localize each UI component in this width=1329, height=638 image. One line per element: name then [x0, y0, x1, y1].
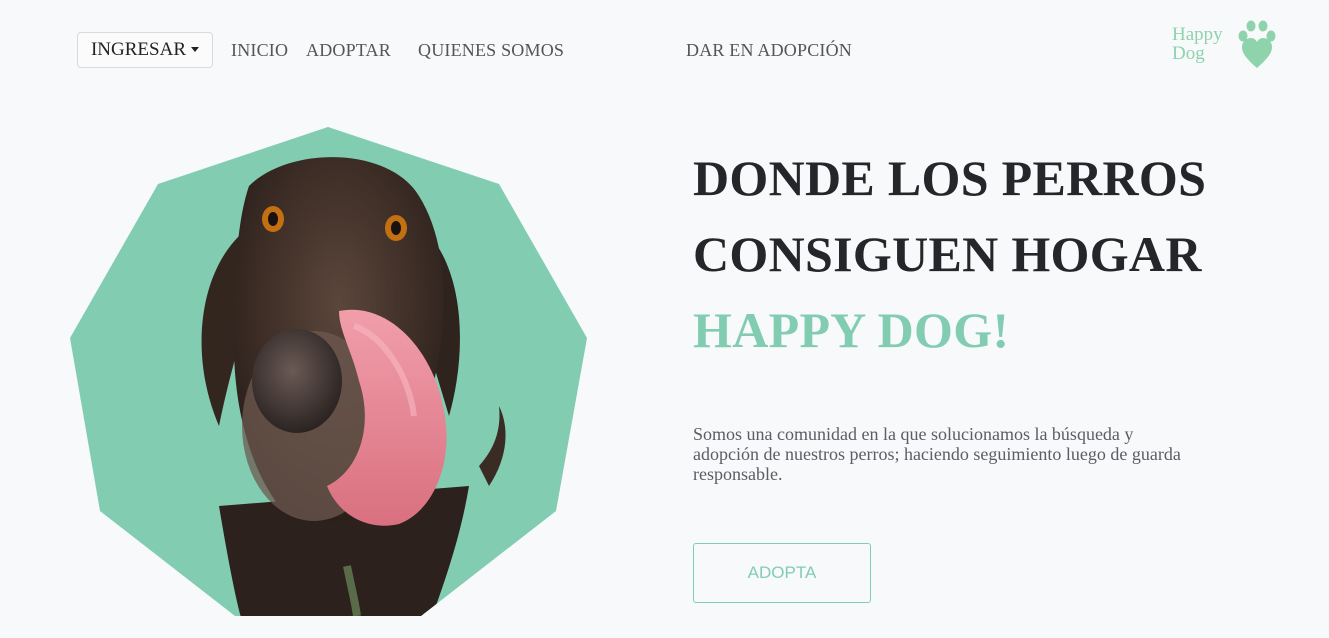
- adopt-button[interactable]: ADOPTA: [693, 543, 871, 603]
- hero-title: DONDE LOS PERROS CONSIGUEN HOGAR HAPPY D…: [693, 140, 1206, 368]
- hero-dog-image: [70, 127, 587, 616]
- hero-description: Somos una comunidad en la que solucionam…: [693, 424, 1181, 484]
- login-label: INGRESAR: [90, 39, 186, 60]
- paw-heart-icon: [1238, 20, 1276, 68]
- nav-link-dar-en-adopcion[interactable]: DAR EN ADOPCIÓN: [686, 40, 852, 61]
- nav-link-quienes-somos[interactable]: QUIENES SOMOS: [418, 40, 564, 61]
- logo-text: Happy Dog: [1172, 25, 1223, 63]
- logo-text-line1: Happy: [1172, 24, 1223, 45]
- brand-logo[interactable]: Happy Dog: [1172, 20, 1282, 70]
- hero-title-brand: HAPPY DOG!: [693, 302, 1010, 358]
- logo-text-line2: Dog: [1172, 43, 1205, 64]
- nav-link-adoptar[interactable]: ADOPTAR: [306, 40, 391, 61]
- hero-title-line2: CONSIGUEN HOGAR: [693, 226, 1202, 282]
- nav-link-inicio[interactable]: INICIO: [231, 40, 288, 61]
- landing-page: INGRESAR INICIO ADOPTAR QUIENES SOMOS DA…: [0, 0, 1329, 638]
- login-dropdown-button[interactable]: INGRESAR: [77, 32, 213, 68]
- hero-title-line1: DONDE LOS PERROS: [693, 150, 1207, 206]
- chevron-down-icon: [191, 46, 199, 52]
